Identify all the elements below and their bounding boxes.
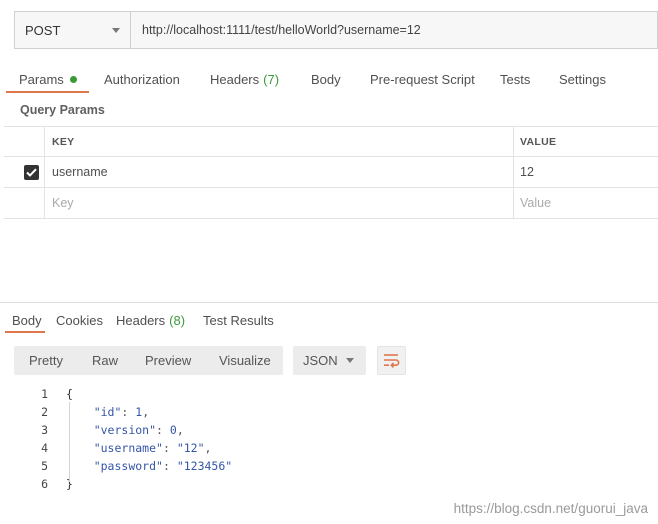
tab-label: Cookies [56,312,103,328]
line-number: 3 [41,423,48,437]
json-key: "id" [93,405,122,419]
json-key: "username" [93,441,163,455]
chevron-down-icon [112,27,120,33]
json-value: "123456" [176,459,233,473]
visualize-button[interactable]: Visualize [219,346,271,375]
tab-params[interactable]: Params [19,66,77,93]
response-body-code[interactable]: 1 { 2 "id": 1, 3 "version": 0, 4 "userna… [0,385,658,493]
tab-count: (8) [169,312,186,328]
response-tab-cookies[interactable]: Cookies [56,308,103,332]
code-line: 5 "password": "123456" [0,457,658,475]
line-number: 4 [41,441,48,455]
json-comma: , [204,441,212,455]
line-number: 6 [41,477,48,491]
wrap-lines-button[interactable] [377,346,406,375]
url-text: http://localhost:1111/test/helloWorld?us… [142,23,421,37]
param-key-input[interactable]: username [52,157,108,187]
active-tab-indicator [6,91,89,93]
url-input[interactable]: http://localhost:1111/test/helloWorld?us… [131,12,657,48]
code-line: 4 "username": "12", [0,439,658,457]
response-tabs: Body Cookies Headers (8) Test Results [0,308,658,332]
tab-body[interactable]: Body [311,66,341,93]
line-number: 1 [41,387,48,401]
new-value-input[interactable]: Value [520,188,551,218]
json-key: "password" [93,459,163,473]
param-checkbox[interactable] [24,165,39,180]
watermark: https://blog.csdn.net/guorui_java [453,501,648,516]
code-line: 1 { [0,385,658,403]
tab-count: (7) [263,72,280,87]
code-line: 3 "version": 0, [0,421,658,439]
table-header-row: KEY VALUE [4,126,658,157]
new-key-input[interactable]: Key [52,188,74,218]
tab-label: Tests [500,72,531,87]
code-line: 6 } [0,475,658,493]
format-label: JSON [303,353,338,368]
raw-button[interactable]: Raw [92,346,118,375]
wrap-lines-icon [384,354,400,368]
tab-label: Pre-request Script [370,72,475,87]
tab-label: Headers [210,72,260,87]
tab-label: Authorization [104,72,180,87]
tab-label: Settings [559,72,606,87]
active-dot-icon [69,76,77,83]
key-column-header: KEY [52,135,75,148]
json-comma: , [176,423,184,437]
tab-label: Params [19,72,64,87]
method-label: POST [25,22,61,38]
table-row-empty: Key Value [4,188,658,219]
query-params-title: Query Params [20,103,105,117]
indent-guide [69,402,70,482]
param-value-input[interactable]: 12 [520,157,534,187]
response-tab-body[interactable]: Body [12,308,42,332]
json-value: "12" [176,441,205,455]
line-number: 5 [41,459,48,473]
response-tab-headers[interactable]: Headers (8) [116,308,185,332]
response-tab-test-results[interactable]: Test Results [203,308,274,332]
params-table: KEY VALUE username 12 Key Value [4,126,658,219]
tab-pre-request-script[interactable]: Pre-request Script [370,66,475,93]
pane-divider[interactable] [0,302,658,303]
tab-tests[interactable]: Tests [500,66,530,93]
tab-label: Body [12,312,42,328]
checkmark-icon [26,168,37,177]
request-tabs: Params Authorization Headers (7) Body Pr… [0,66,658,93]
json-value: 0 [169,423,177,437]
tab-headers[interactable]: Headers (7) [210,66,279,93]
active-response-tab-indicator [5,331,45,333]
tab-settings[interactable]: Settings [559,66,606,93]
format-select[interactable]: JSON [293,346,366,375]
view-mode-group: Pretty Raw Preview Visualize [14,346,283,375]
json-key: "version" [93,423,157,437]
chevron-down-icon [346,358,354,363]
line-number: 2 [41,405,48,419]
preview-button[interactable]: Preview [145,346,191,375]
pretty-button[interactable]: Pretty [29,346,63,375]
value-column-header: VALUE [520,135,557,148]
code-line: 2 "id": 1, [0,403,658,421]
request-bar: POST http://localhost:1111/test/helloWor… [14,11,658,49]
code-text: { [66,387,73,401]
json-comma: , [142,405,150,419]
tab-label: Body [311,72,341,87]
table-row: username 12 [4,157,658,188]
tab-label: Headers [116,312,166,328]
tab-label: Test Results [203,312,274,328]
method-select[interactable]: POST [15,12,131,48]
tab-authorization[interactable]: Authorization [104,66,180,93]
